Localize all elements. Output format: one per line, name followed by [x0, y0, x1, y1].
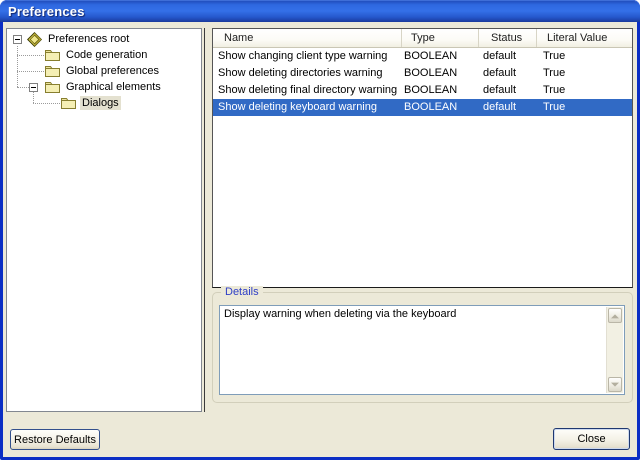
dialog-body: Preferences root Code generation — [3, 22, 637, 457]
folder-icon — [45, 49, 60, 61]
cell-name: Show deleting final directory warning — [213, 82, 401, 99]
folder-icon — [61, 97, 76, 109]
details-caption: Details — [221, 286, 263, 298]
scroll-up-arrow-icon[interactable] — [608, 308, 622, 323]
table-row-selected[interactable]: Show deleting keyboard warning BOOLEAN d… — [213, 99, 632, 116]
tree-item-dialogs[interactable]: Dialogs — [7, 95, 201, 111]
column-header-name[interactable]: Name — [213, 29, 401, 47]
cell-literal-value: True — [536, 82, 632, 99]
tree-item-preferences-root[interactable]: Preferences root — [7, 31, 201, 47]
table-row[interactable]: Show changing client type warning BOOLEA… — [213, 48, 632, 65]
cell-type: BOOLEAN — [401, 65, 478, 82]
tree-item-global-preferences[interactable]: Global preferences — [7, 63, 201, 79]
cell-literal-value: True — [536, 99, 632, 116]
folder-icon — [45, 65, 60, 77]
cell-status: default — [478, 82, 536, 99]
cell-status: default — [478, 48, 536, 65]
restore-defaults-button[interactable]: Restore Defaults — [10, 429, 100, 450]
cell-literal-value: True — [536, 65, 632, 82]
cell-literal-value: True — [536, 48, 632, 65]
cell-type: BOOLEAN — [401, 99, 478, 116]
tree-item-label: Preferences root — [46, 32, 131, 46]
cell-type: BOOLEAN — [401, 48, 478, 65]
diamond-icon — [27, 32, 42, 47]
scroll-down-arrow-icon[interactable] — [608, 377, 622, 392]
cell-status: default — [478, 65, 536, 82]
preferences-tree: Preferences root Code generation — [6, 28, 202, 412]
cell-name: Show deleting directories warning — [213, 65, 401, 82]
preferences-window: Preferences Pref — [0, 0, 640, 460]
minus-expander-icon[interactable] — [13, 35, 22, 44]
tree-item-label-selected: Dialogs — [80, 96, 121, 110]
panel-divider[interactable] — [204, 28, 205, 412]
column-header-literal-value[interactable]: Literal Value — [536, 29, 632, 47]
cell-type: BOOLEAN — [401, 82, 478, 99]
tree-item-label: Code generation — [64, 48, 149, 62]
tree-item-label: Graphical elements — [64, 80, 163, 94]
folder-icon — [45, 81, 60, 93]
table-header: Name Type Status Literal Value — [213, 29, 632, 48]
tree-item-label: Global preferences — [64, 64, 161, 78]
details-text: Display warning when deleting via the ke… — [224, 308, 602, 320]
close-button[interactable]: Close — [553, 428, 630, 450]
tree-item-code-generation[interactable]: Code generation — [7, 47, 201, 63]
vertical-scrollbar[interactable] — [606, 307, 623, 393]
table-row[interactable]: Show deleting final directory warning BO… — [213, 82, 632, 99]
details-textarea[interactable]: Display warning when deleting via the ke… — [219, 305, 625, 395]
titlebar[interactable]: Preferences — [0, 0, 640, 22]
column-header-status[interactable]: Status — [478, 29, 536, 47]
window-title: Preferences — [8, 4, 85, 19]
details-groupbox: Details Display warning when deleting vi… — [212, 292, 633, 403]
cell-name: Show deleting keyboard warning — [213, 99, 401, 116]
preferences-table: Name Type Status Literal Value Show chan… — [212, 28, 633, 288]
cell-status: default — [478, 99, 536, 116]
table-row[interactable]: Show deleting directories warning BOOLEA… — [213, 65, 632, 82]
minus-expander-icon[interactable] — [29, 83, 38, 92]
tree-item-graphical-elements[interactable]: Graphical elements — [7, 79, 201, 95]
column-header-type[interactable]: Type — [401, 29, 478, 47]
cell-name: Show changing client type warning — [213, 48, 401, 65]
